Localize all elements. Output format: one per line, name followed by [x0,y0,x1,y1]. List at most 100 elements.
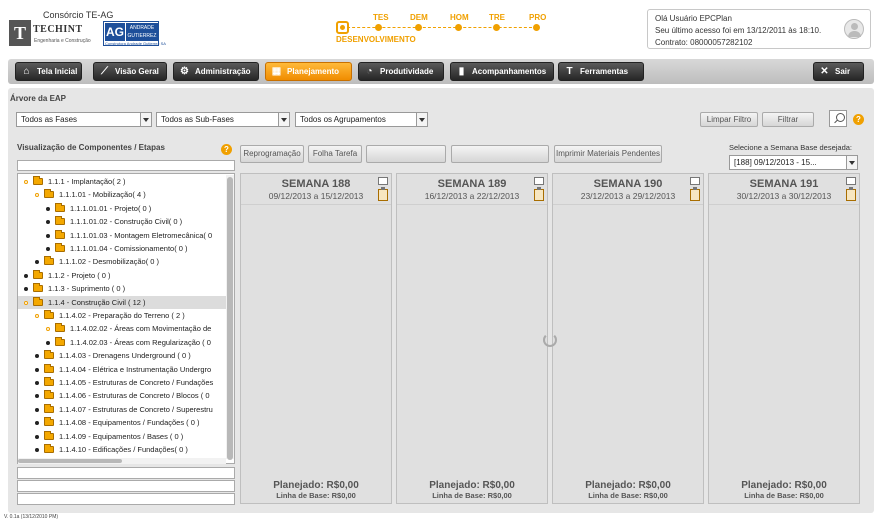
week-footer: Planejado: R$0,00 Linha de Base: R$0,00 [709,477,859,504]
collapsed-node-icon[interactable] [35,354,39,359]
collapsed-node-icon[interactable] [35,407,39,412]
tree-item-label: 1.1.1 - Implantação( 2 ) [48,177,126,186]
chevron-down-icon[interactable] [278,113,289,126]
collapsed-node-icon[interactable] [35,394,39,399]
monitor-icon[interactable] [378,177,388,185]
monitor-icon[interactable] [690,177,700,185]
tree-item[interactable]: 1.1.3 - Suprimento ( 0 ) [18,282,226,295]
expanded-node-icon[interactable] [24,180,28,184]
collapsed-node-icon[interactable] [35,434,39,439]
collapsed-node-icon[interactable] [46,206,50,211]
tree-item-label: 1.1.1.01 - Mobilização( 4 ) [59,190,146,200]
tree-item[interactable]: 1.1.4 - Construção Civil ( 12 ) [18,295,226,309]
tree-search-input[interactable] [17,160,235,171]
tree-item[interactable]: 1.1.4.06 - Estruturas de Concreto / Bloc… [18,389,226,402]
tree-item[interactable]: 1.1.1.01.04 - Comissionamento( 0 ) [18,242,226,255]
expanded-node-icon[interactable] [35,314,39,318]
tree-horizontal-scrollbar[interactable] [18,458,226,464]
techint-logo: T [9,20,31,46]
agrupamentos-select[interactable]: Todos os Agrupamentos [295,112,428,127]
collapsed-node-icon[interactable] [35,381,39,385]
tree-item[interactable]: 1.1.1.01.02 - Construção Civil( 0 ) [18,215,226,228]
expanded-node-icon[interactable] [46,327,50,332]
collapsed-node-icon[interactable] [35,260,39,265]
chevron-down-icon[interactable] [140,113,151,126]
collapsed-node-icon[interactable] [46,247,50,251]
clear-filter-button[interactable]: Limpar Filtro [700,112,758,127]
collapsed-node-icon[interactable] [46,340,50,345]
environment-dot-hom [455,24,462,31]
environment-dem[interactable]: DEM [410,13,428,22]
expanded-node-icon[interactable] [24,300,28,305]
tree-vertical-scrollbar[interactable] [226,175,234,460]
clipboard-icon[interactable] [378,187,388,201]
subfases-select[interactable]: Todos as Sub-Fases [156,112,290,127]
chevron-down-icon[interactable] [416,113,427,126]
expanded-node-icon[interactable] [35,193,39,198]
user-last-access: Seu último acesso foi em 13/12/2011 às 1… [655,26,822,35]
clipboard-icon[interactable] [846,187,856,201]
environment-tre[interactable]: TRE [489,13,505,22]
imprimir-materiais-button[interactable]: Imprimir Materiais Pendentes [554,145,662,163]
tree-item[interactable]: 1.1.4.09 - Equipamentos / Bases ( 0 ) [18,430,226,443]
semana-base-select[interactable]: [188] 09/12/2013 - 15... [729,155,858,170]
tree-item[interactable]: 1.1.4.07 - Estruturas de Concreto / Supe… [18,403,226,416]
environment-hom[interactable]: HOM [450,13,469,22]
clipboard-icon[interactable] [690,187,700,201]
folder-icon [55,323,65,333]
clipboard-icon[interactable] [534,187,544,201]
folha-tarefa-button[interactable]: Folha Tarefa [308,145,362,163]
collapsed-node-icon[interactable] [35,448,39,452]
nav-tela-inicial[interactable]: ⌂ Tela Inicial [15,62,82,81]
tree-item[interactable]: 1.1.1.02 - Desmobilização( 0 ) [18,255,226,268]
week-footer: Planejado: R$0,00 Linha de Base: R$0,00 [241,477,391,504]
tree-item[interactable]: 1.1.4.02.03 - Áreas com Regularização ( … [18,336,226,349]
monitor-icon[interactable] [534,177,544,185]
exit-button[interactable]: ✕ Sair [813,62,864,81]
filter-button[interactable]: Filtrar [762,112,814,127]
tree-item[interactable]: 1.1.1.01.03 - Montagem Eletromecânica( 0 [18,229,226,242]
monitor-icon[interactable] [846,177,856,185]
tree-item[interactable]: 1.1.1 - Implantação( 2 ) [18,175,226,188]
nav-produtividade[interactable]: ◔ Produtividade [358,62,444,81]
tree-item[interactable]: 1.1.1.01 - Mobilização( 4 ) [18,188,226,201]
nav-visao-geral[interactable]: ⟋ Visão Geral [93,62,167,81]
collapsed-node-icon[interactable] [24,287,28,292]
loading-spinner-icon [543,333,557,347]
user-avatar-icon[interactable] [844,19,864,39]
tree-item[interactable]: 1.1.4.02.02 - Áreas com Movimentação de [18,322,226,335]
tree-item[interactable]: 1.1.4.08 - Equipamentos / Fundações ( 0 … [18,416,226,429]
collapsed-node-icon[interactable] [35,421,39,426]
nav-ferramentas[interactable]: T Ferramentas [558,62,644,81]
nav-administracao[interactable]: ⚙ Administração [173,62,259,81]
collapsed-node-icon[interactable] [46,220,50,225]
tree-item[interactable]: 1.1.4.05 - Estruturas de Concreto / Fund… [18,376,226,389]
tree-item[interactable]: 1.1.2 - Projeto ( 0 ) [18,269,226,282]
folder-icon [55,216,65,226]
page-title: Árvore da EAP [10,94,67,103]
collapsed-node-icon[interactable] [35,367,39,372]
scrollbar-thumb[interactable] [227,177,233,460]
tree-item[interactable]: 1.1.4.10 - Edificações / Fundações( 0 ) [18,443,226,456]
tree-item-label: 1.1.1.01.03 - Montagem Eletromecânica( 0 [70,230,213,240]
collapsed-node-icon[interactable] [46,233,50,238]
environment-tes[interactable]: TES [373,13,389,22]
tree-item[interactable]: 1.1.4.02 - Preparação do Terreno ( 2 ) [18,309,226,322]
nav-acompanhamentos[interactable]: ▮ Acompanhamentos [450,62,554,81]
tree-item[interactable]: 1.1.4.03 - Drenagens Underground ( 0 ) [18,349,226,362]
tree-help-icon[interactable]: ? [221,144,232,155]
search-icon[interactable] [829,110,847,127]
environment-pro[interactable]: PRO [529,13,546,22]
scrollbar-thumb[interactable] [18,459,122,463]
home-icon: ⌂ [23,66,30,77]
collapsed-node-icon[interactable] [24,273,28,278]
tree-item-label: 1.1.1.01.02 - Construção Civil( 0 ) [70,217,183,227]
fases-select[interactable]: Todos as Fases [16,112,152,127]
chevron-down-icon[interactable] [846,156,857,169]
tree-item[interactable]: 1.1.1.01.01 - Projeto( 0 ) [18,202,226,215]
week-dates: 09/12/2013 a 15/12/2013 [268,191,364,201]
reprogramacao-button[interactable]: Reprogramação [240,145,304,163]
tree-item[interactable]: 1.1.4.04 - Elétrica e Instrumentação Und… [18,363,226,376]
help-icon[interactable]: ? [853,114,864,125]
nav-planejamento[interactable]: ▦ Planejamento [265,62,352,81]
